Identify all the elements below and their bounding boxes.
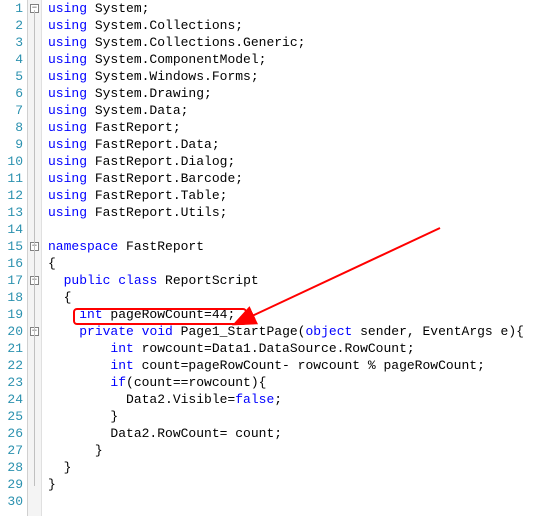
line-number: 28 bbox=[0, 459, 23, 476]
line-number: 18 bbox=[0, 289, 23, 306]
line-number: 1 bbox=[0, 0, 23, 17]
code-line[interactable]: using System.Collections; bbox=[48, 17, 557, 34]
code-line[interactable]: } bbox=[48, 408, 557, 425]
code-line[interactable]: using FastReport.Utils; bbox=[48, 204, 557, 221]
line-number: 24 bbox=[0, 391, 23, 408]
code-line[interactable]: } bbox=[48, 442, 557, 459]
line-number: 26 bbox=[0, 425, 23, 442]
code-line[interactable]: using FastReport.Data; bbox=[48, 136, 557, 153]
line-number: 3 bbox=[0, 34, 23, 51]
code-line[interactable]: { bbox=[48, 255, 557, 272]
code-line[interactable]: int count=pageRowCount- rowcount % pageR… bbox=[48, 357, 557, 374]
line-number: 2 bbox=[0, 17, 23, 34]
line-number: 10 bbox=[0, 153, 23, 170]
line-number: 25 bbox=[0, 408, 23, 425]
line-number: 21 bbox=[0, 340, 23, 357]
code-line[interactable]: Data2.Visible=false; bbox=[48, 391, 557, 408]
code-line[interactable]: public class ReportScript bbox=[48, 272, 557, 289]
code-line[interactable]: int pageRowCount=44; bbox=[48, 306, 557, 323]
line-number: 23 bbox=[0, 374, 23, 391]
line-number: 29 bbox=[0, 476, 23, 493]
code-line[interactable]: using System.Data; bbox=[48, 102, 557, 119]
code-line[interactable]: using FastReport.Barcode; bbox=[48, 170, 557, 187]
line-number: 16 bbox=[0, 255, 23, 272]
code-line[interactable]: using System.ComponentModel; bbox=[48, 51, 557, 68]
line-number: 8 bbox=[0, 119, 23, 136]
code-line[interactable]: private void Page1_StartPage(object send… bbox=[48, 323, 557, 340]
code-line[interactable]: using FastReport.Table; bbox=[48, 187, 557, 204]
code-line[interactable]: { bbox=[48, 289, 557, 306]
line-number: 9 bbox=[0, 136, 23, 153]
code-area[interactable]: using System;using System.Collections;us… bbox=[42, 0, 557, 516]
code-line[interactable] bbox=[48, 221, 557, 238]
code-line[interactable]: using FastReport; bbox=[48, 119, 557, 136]
code-line[interactable]: using System; bbox=[48, 0, 557, 17]
line-number: 7 bbox=[0, 102, 23, 119]
code-line[interactable]: Data2.RowCount= count; bbox=[48, 425, 557, 442]
line-number: 5 bbox=[0, 68, 23, 85]
code-line[interactable]: using System.Collections.Generic; bbox=[48, 34, 557, 51]
line-number: 13 bbox=[0, 204, 23, 221]
code-line[interactable]: using System.Drawing; bbox=[48, 85, 557, 102]
line-number: 19 bbox=[0, 306, 23, 323]
code-editor: 1234567891011121314151617181920212223242… bbox=[0, 0, 557, 516]
line-number-gutter: 1234567891011121314151617181920212223242… bbox=[0, 0, 28, 516]
line-number: 14 bbox=[0, 221, 23, 238]
code-line[interactable]: using System.Windows.Forms; bbox=[48, 68, 557, 85]
code-line[interactable] bbox=[48, 493, 557, 510]
line-number: 12 bbox=[0, 187, 23, 204]
line-number: 15 bbox=[0, 238, 23, 255]
code-line[interactable]: } bbox=[48, 459, 557, 476]
line-number: 27 bbox=[0, 442, 23, 459]
code-line[interactable]: int rowcount=Data1.DataSource.RowCount; bbox=[48, 340, 557, 357]
line-number: 20 bbox=[0, 323, 23, 340]
line-number: 4 bbox=[0, 51, 23, 68]
code-line[interactable]: using FastReport.Dialog; bbox=[48, 153, 557, 170]
code-line[interactable]: namespace FastReport bbox=[48, 238, 557, 255]
code-line[interactable]: if(count==rowcount){ bbox=[48, 374, 557, 391]
line-number: 22 bbox=[0, 357, 23, 374]
line-number: 17 bbox=[0, 272, 23, 289]
line-number: 6 bbox=[0, 85, 23, 102]
code-line[interactable]: } bbox=[48, 476, 557, 493]
fold-column: −−−− bbox=[28, 0, 42, 516]
line-number: 30 bbox=[0, 493, 23, 510]
line-number: 11 bbox=[0, 170, 23, 187]
